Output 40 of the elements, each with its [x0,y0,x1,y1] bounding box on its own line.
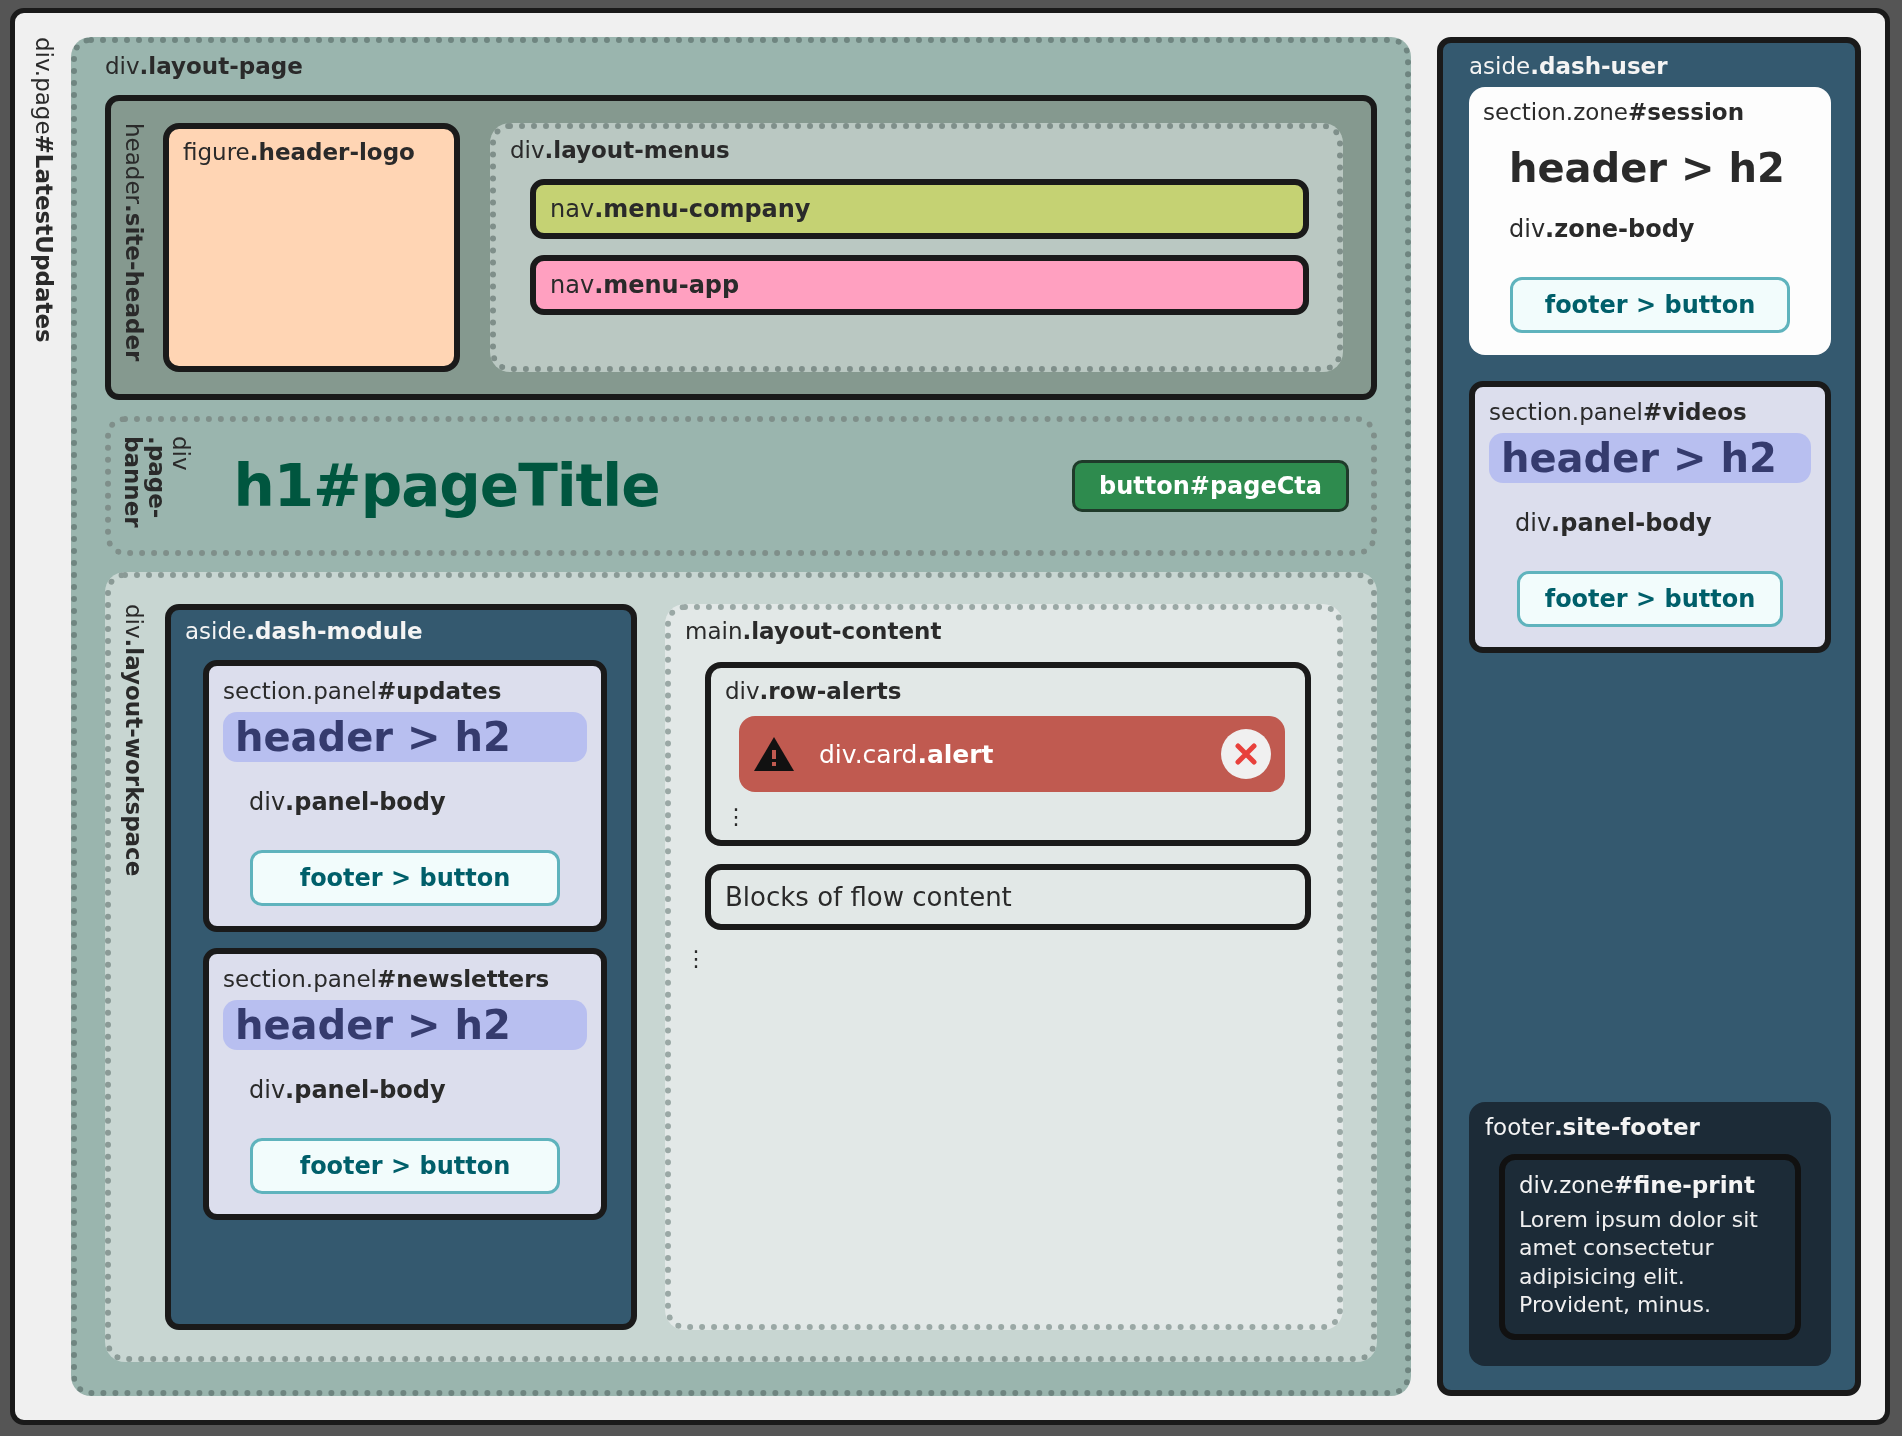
footer-button[interactable]: footer > button [250,1138,560,1194]
section-label: footer.site-footer [1485,1113,1701,1140]
ellipsis-mark: ⋮ [685,948,707,970]
panel-heading: header > h2 [1489,433,1811,483]
section-label: div.zone#fine-print [1519,1171,1756,1198]
alert-label: div.card.alert [819,739,995,769]
block-text: Blocks of flow content [725,882,1012,912]
body-label: div.panel-body [249,788,447,816]
ellipsis-mark: ⋮ [725,806,747,828]
vertical-label: div .page-banner [121,436,194,530]
section-label: aside.dash-user [1469,53,1669,79]
nav-bar[interactable]: nav.menu-app [530,255,1309,315]
section-label: section.panel#newsletters [223,966,551,992]
page-title: h1#pageTitle [233,452,661,520]
section-label: div.row-alerts [725,678,903,704]
section-label: figure.header-logo [183,139,416,165]
section-label: aside.dash-module [185,618,424,644]
close-icon[interactable] [1221,729,1271,779]
footer-button[interactable]: footer > button [1517,571,1783,627]
vertical-label: header.site-header [121,123,147,362]
warning-icon [753,736,795,772]
section-label: section.panel#updates [223,678,503,704]
vertical-label: div.layout-workspace [121,604,147,877]
footer-button[interactable]: footer > button [1510,277,1790,333]
section-label: section.panel#videos [1489,399,1748,425]
section-label: main.layout-content [685,618,943,644]
body-label: div.panel-body [1515,509,1713,537]
nav-bar[interactable]: nav.menu-company [530,179,1309,239]
session-heading: header > h2 [1509,145,1786,191]
section-label: div.layout-menus [510,137,731,163]
body-label: div.panel-body [249,1076,447,1104]
fine-print-text: Lorem ipsum dolor sit amet consectetur adipisicing elit. Provident, minus. [1519,1205,1759,1320]
footer-button[interactable]: footer > button [250,850,560,906]
section-label: div.layout-page [105,53,304,79]
body-label: div.zone-body [1509,215,1696,243]
vertical-label: div.page#LatestUpdates [31,37,57,343]
section-label: section.zone#session [1483,99,1746,125]
panel-heading: header > h2 [223,1000,587,1050]
cta-button[interactable]: button#pageCta [1072,460,1349,512]
panel-heading: header > h2 [223,712,587,762]
